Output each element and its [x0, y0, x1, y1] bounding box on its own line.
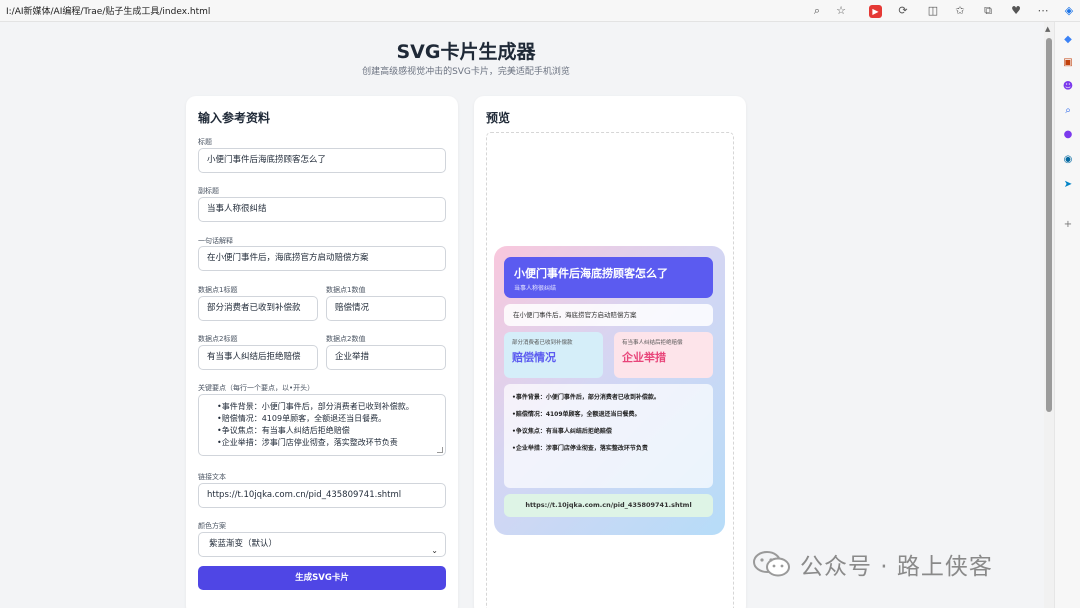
browser-essentials-icon[interactable]: ♥: [1008, 3, 1024, 19]
dp2-title-label: 数据点2标题: [198, 335, 238, 343]
points-textarea[interactable]: •事件背景：小便门事件后，部分消费者已收到补偿款。 •赔偿情况：4109单顾客，…: [198, 394, 446, 456]
points-label: 关键要点（每行一个要点，以•开头）: [198, 384, 315, 392]
dp2-title-input[interactable]: 有当事人纠结后拒绝赔偿: [198, 345, 318, 370]
card-dp2-label: 有当事人纠结后拒绝赔偿: [622, 340, 683, 346]
preview-heading: 预览: [486, 111, 511, 125]
card-point: •赔偿情况：4109单顾客，全额退还当日餐费。: [512, 411, 641, 418]
extension-video-icon[interactable]: ▶: [869, 5, 882, 18]
title-input[interactable]: 小便门事件后海底捞顾客怎么了: [198, 148, 446, 173]
points-line: •争议焦点：有当事人纠结后拒绝赔偿: [217, 426, 350, 435]
search-icon[interactable]: ⌕: [1061, 104, 1075, 118]
card-dp1-label: 部分消费者已收到补偿款: [512, 340, 573, 346]
page-scrollbar[interactable]: ▲: [1044, 22, 1054, 608]
copilot-icon[interactable]: ◈: [1061, 3, 1077, 19]
more-menu-icon[interactable]: ⋯: [1035, 3, 1051, 19]
color-scheme-value: 紫蓝渐变（默认）: [209, 539, 278, 549]
wechat-icon: [752, 551, 792, 577]
card-dp2-value: 企业举措: [622, 351, 666, 364]
title-label: 标题: [198, 138, 212, 146]
card-point: •争议焦点：有当事人纠结后拒绝赔偿: [512, 428, 612, 435]
card-link: https://t.10jqka.com.cn/pid_435809741.sh…: [504, 494, 713, 517]
browser-sidebar: ◆ ▣ ☻ ⌕ ● ◉ ➤ +: [1054, 22, 1080, 608]
input-panel: 输入参考资料 标题 小便门事件后海底捞顾客怎么了 副标题 当事人称很纠结 一句话…: [186, 96, 458, 608]
card-datapoint-1: 部分消费者已收到补偿款 赔偿情况: [504, 332, 603, 378]
card-subtitle: 当事人称很纠结: [514, 285, 557, 292]
card-dp1-value: 赔偿情况: [512, 351, 556, 364]
dp2-value-input[interactable]: 企业举措: [326, 345, 446, 370]
chevron-down-icon: ⌄: [431, 546, 438, 555]
card-key-points: •事件背景：小便门事件后，部分消费者已收到补偿款。 •赔偿情况：4109单顾客，…: [504, 384, 713, 488]
preview-panel: 预览 小便门事件后海底捞顾客怎么了 当事人称很纠结 在小便门事件后，海底捞官方启…: [474, 96, 746, 608]
resize-handle-icon[interactable]: [437, 447, 443, 453]
card-explain: 在小便门事件后，海底捞官方启动赔偿方案: [504, 304, 713, 326]
dp1-title-label: 数据点1标题: [198, 286, 238, 294]
card-title: 小便门事件后海底捞顾客怎么了: [514, 267, 668, 280]
points-line: •赔偿情况：4109单顾客，全额退还当日餐费。: [217, 414, 387, 423]
scroll-thumb[interactable]: [1046, 38, 1052, 412]
subtitle-label: 副标题: [198, 187, 219, 195]
tag-icon[interactable]: ◆: [1061, 33, 1075, 47]
briefcase-icon[interactable]: ▣: [1061, 56, 1075, 70]
outlook-icon[interactable]: ◉: [1061, 153, 1075, 167]
explain-input[interactable]: 在小便门事件后，海底捞官方启动赔偿方案: [198, 246, 446, 271]
favorites-icon[interactable]: ✩: [952, 3, 968, 19]
page-subtitle: 创建高级感视觉冲击的SVG卡片，完美适配手机浏览: [362, 67, 570, 77]
card-title-block: 小便门事件后海底捞顾客怎么了 当事人称很纠结: [504, 257, 713, 298]
address-url[interactable]: I:/AI新媒体/AI编程/Trae/贴子生成工具/index.html: [6, 4, 210, 17]
input-panel-heading: 输入参考资料: [198, 111, 271, 125]
dp1-value-input[interactable]: 赔偿情况: [326, 296, 446, 321]
watermark: 公众号 · 路上侠客: [752, 549, 993, 580]
card-datapoint-2: 有当事人纠结后拒绝赔偿 企业举措: [614, 332, 713, 378]
page-title: SVG卡片生成器: [396, 41, 536, 63]
add-icon[interactable]: +: [1061, 218, 1075, 232]
generate-button[interactable]: 生成SVG卡片: [198, 566, 446, 590]
people-icon[interactable]: ☻: [1061, 80, 1075, 94]
zoom-icon[interactable]: ⌕: [809, 3, 825, 19]
copilot-circle-icon[interactable]: ●: [1061, 128, 1075, 142]
dp1-title-input[interactable]: 部分消费者已收到补偿款: [198, 296, 318, 321]
watermark-text: 公众号 · 路上侠客: [800, 554, 993, 580]
collections-icon[interactable]: ⧉: [980, 3, 996, 19]
link-label: 链接文本: [198, 473, 226, 481]
color-scheme-select[interactable]: 紫蓝渐变（默认） ⌄: [198, 532, 446, 557]
scroll-up-icon[interactable]: ▲: [1045, 25, 1050, 33]
card-point: •企业举措：涉事门店停业彻查，落实整改环节负责: [512, 445, 648, 452]
split-screen-icon[interactable]: ◫: [925, 3, 941, 19]
dp1-value-label: 数据点1数值: [326, 286, 366, 294]
subtitle-input[interactable]: 当事人称很纠结: [198, 197, 446, 222]
color-scheme-label: 颜色方案: [198, 522, 226, 530]
explain-label: 一句话解释: [198, 237, 233, 245]
points-line: •事件背景：小便门事件后，部分消费者已收到补偿款。: [217, 402, 414, 411]
dp2-value-label: 数据点2数值: [326, 335, 366, 343]
link-input[interactable]: https://t.10jqka.com.cn/pid_435809741.sh…: [198, 483, 446, 508]
browser-address-bar: I:/AI新媒体/AI编程/Trae/贴子生成工具/index.html ⌕ ☆…: [0, 0, 1080, 22]
extension-icon[interactable]: ⟳: [895, 3, 911, 19]
svg-card-preview: 小便门事件后海底捞顾客怎么了 当事人称很纠结 在小便门事件后，海底捞官方启动赔偿…: [494, 246, 725, 535]
card-point: •事件背景：小便门事件后，部分消费者已收到补偿款。: [512, 394, 660, 401]
favorite-star-icon[interactable]: ☆: [833, 3, 849, 19]
points-line: •企业举措：涉事门店停业彻查，落实整改环节负责: [217, 438, 398, 447]
send-icon[interactable]: ➤: [1061, 178, 1075, 192]
